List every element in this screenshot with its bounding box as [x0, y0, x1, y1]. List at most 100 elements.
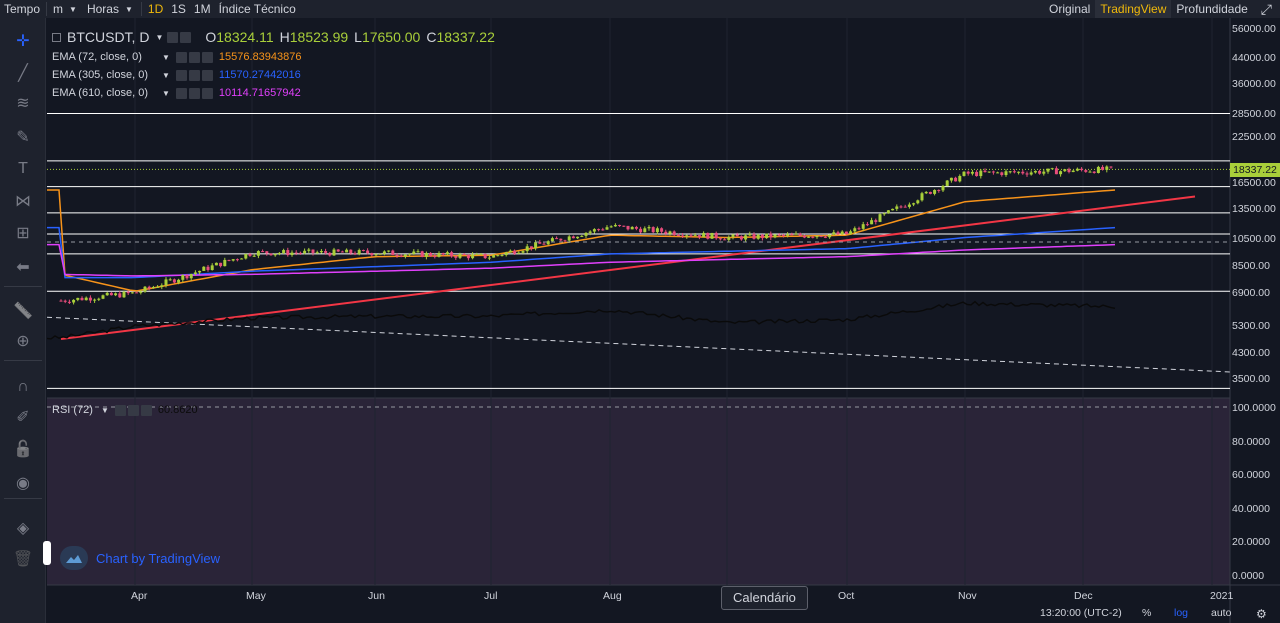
candle-body [105, 292, 109, 296]
candle-body [928, 191, 932, 194]
candle-body [563, 240, 567, 242]
interval-5[interactable]: 1M [190, 0, 215, 18]
candle-body [328, 252, 332, 256]
interval-4[interactable]: 1S [167, 0, 190, 18]
ema-buttons[interactable] [175, 69, 213, 81]
interval-6[interactable]: Índice Técnico [215, 0, 300, 18]
collapse-legend-icon[interactable] [52, 32, 61, 42]
chevron-down-icon[interactable]: ▼ [162, 53, 170, 62]
interval-0[interactable]: Tempo [0, 0, 44, 18]
fullscreen-icon[interactable]: ⤢ [1253, 0, 1280, 18]
ema-name[interactable]: EMA (72, close, 0) [52, 51, 160, 63]
candle-body [1059, 171, 1063, 175]
chevron-down-icon[interactable]: ▼ [69, 5, 77, 14]
back-arrow-icon[interactable]: ⬅ [10, 254, 36, 280]
magnet-icon[interactable]: ∩ [10, 374, 36, 400]
brush-icon[interactable]: ✎ [10, 124, 36, 150]
eye-icon[interactable]: ◉ [10, 470, 36, 496]
candle-body [954, 177, 958, 182]
candle-body [198, 270, 202, 273]
chevron-down-icon[interactable]: ▼ [125, 5, 133, 14]
candle-body [303, 250, 307, 254]
ema-legend-row[interactable]: EMA (305, close, 0) ▼ 11570.27442016 [52, 68, 301, 82]
candle-body [580, 235, 584, 237]
interval-2[interactable]: Horas [83, 0, 123, 18]
candle-body [240, 258, 244, 260]
candle-body [630, 226, 634, 230]
measure-icon[interactable]: ⊞ [10, 220, 36, 246]
candle-body [693, 235, 697, 237]
zoom-icon[interactable]: ⊕ [10, 328, 36, 354]
candle-body [290, 252, 294, 256]
ema-legend-row[interactable]: EMA (72, close, 0) ▼ 15576.83943876 [52, 50, 302, 64]
candle-body [265, 251, 269, 254]
toolbar-divider [4, 360, 42, 361]
candle-body [882, 213, 886, 215]
auto-button[interactable]: auto [1211, 607, 1231, 619]
trash-icon[interactable]: 🗑 [10, 546, 36, 572]
rsi-name[interactable]: RSI (72) [52, 404, 93, 416]
candle-body [185, 275, 189, 279]
lock-icon[interactable]: 🔓 [10, 436, 36, 462]
candle-body [597, 229, 601, 231]
rsi-buttons[interactable] [114, 404, 152, 416]
close-value: 18337.22 [436, 29, 495, 45]
candle-body [723, 239, 727, 241]
price-axis-label: 13500.00 [1232, 203, 1276, 215]
candle-body [823, 236, 827, 238]
candle-body [462, 254, 466, 256]
candle-body [962, 171, 966, 176]
candle-body [59, 300, 63, 302]
text-icon[interactable]: T [10, 156, 36, 182]
pattern-icon[interactable]: ⋈ [10, 188, 36, 214]
candle-body [949, 177, 953, 181]
candle-body [912, 203, 916, 205]
rsi-value: 60.8620 [157, 404, 198, 416]
view-mode-2[interactable]: Profundidade [1171, 0, 1252, 18]
gear-icon[interactable]: ⚙ [1256, 607, 1267, 621]
candle-body [126, 291, 130, 294]
candle-body [391, 250, 395, 255]
interval-3[interactable]: 1D [144, 0, 167, 18]
candle-body [857, 228, 861, 230]
ema-name[interactable]: EMA (305, close, 0) [52, 69, 160, 81]
trend-line-icon[interactable]: ╱ [10, 60, 36, 86]
symbol-label[interactable]: BTCUSDT, D [67, 29, 149, 45]
ema-buttons[interactable] [175, 87, 213, 99]
candle-body [1050, 168, 1054, 170]
lock-drawing-icon[interactable]: ✐ [10, 404, 36, 430]
legend-buttons[interactable] [167, 31, 192, 43]
view-mode-1[interactable]: TradingView [1095, 0, 1172, 18]
candle-body [487, 257, 491, 259]
percent-button[interactable]: % [1142, 607, 1151, 619]
clock[interactable]: 13:20:00 (UTC-2) [1040, 607, 1122, 619]
tradingview-watermark[interactable]: Chart by TradingView [60, 546, 220, 570]
candle-body [382, 251, 386, 254]
ema-name[interactable]: EMA (610, close, 0) [52, 87, 160, 99]
layers-icon[interactable]: ◈ [10, 515, 36, 541]
pane-resize-handle[interactable] [43, 541, 51, 565]
candle-body [685, 235, 689, 237]
ohlc-values: O18324.11 H18523.99 L17650.00 C18337.22 [205, 29, 495, 45]
log-button[interactable]: log [1174, 607, 1188, 619]
candle-body [727, 237, 731, 240]
candle-body [277, 252, 281, 254]
ema-legend-row[interactable]: EMA (610, close, 0) ▼ 10114.71657942 [52, 86, 301, 100]
ruler-icon[interactable]: 📏 [10, 298, 36, 324]
price-axis-label: 22500.00 [1232, 131, 1276, 143]
chevron-down-icon[interactable]: ▼ [162, 89, 170, 98]
interval-1[interactable]: m [49, 0, 67, 18]
view-mode-0[interactable]: Original [1044, 0, 1095, 18]
candle-body [639, 228, 643, 233]
chevron-down-icon[interactable]: ▼ [101, 406, 109, 415]
price-chart[interactable] [47, 18, 1280, 623]
candle-body [374, 254, 378, 256]
crosshair-icon[interactable]: ✛ [10, 28, 36, 54]
chevron-down-icon[interactable]: ▼ [155, 33, 163, 42]
ema-buttons[interactable] [175, 51, 213, 63]
candle-body [714, 232, 718, 239]
candle-body [618, 224, 622, 226]
fib-icon[interactable]: ≋ [10, 90, 36, 116]
chevron-down-icon[interactable]: ▼ [162, 71, 170, 80]
candle-body [307, 249, 311, 251]
